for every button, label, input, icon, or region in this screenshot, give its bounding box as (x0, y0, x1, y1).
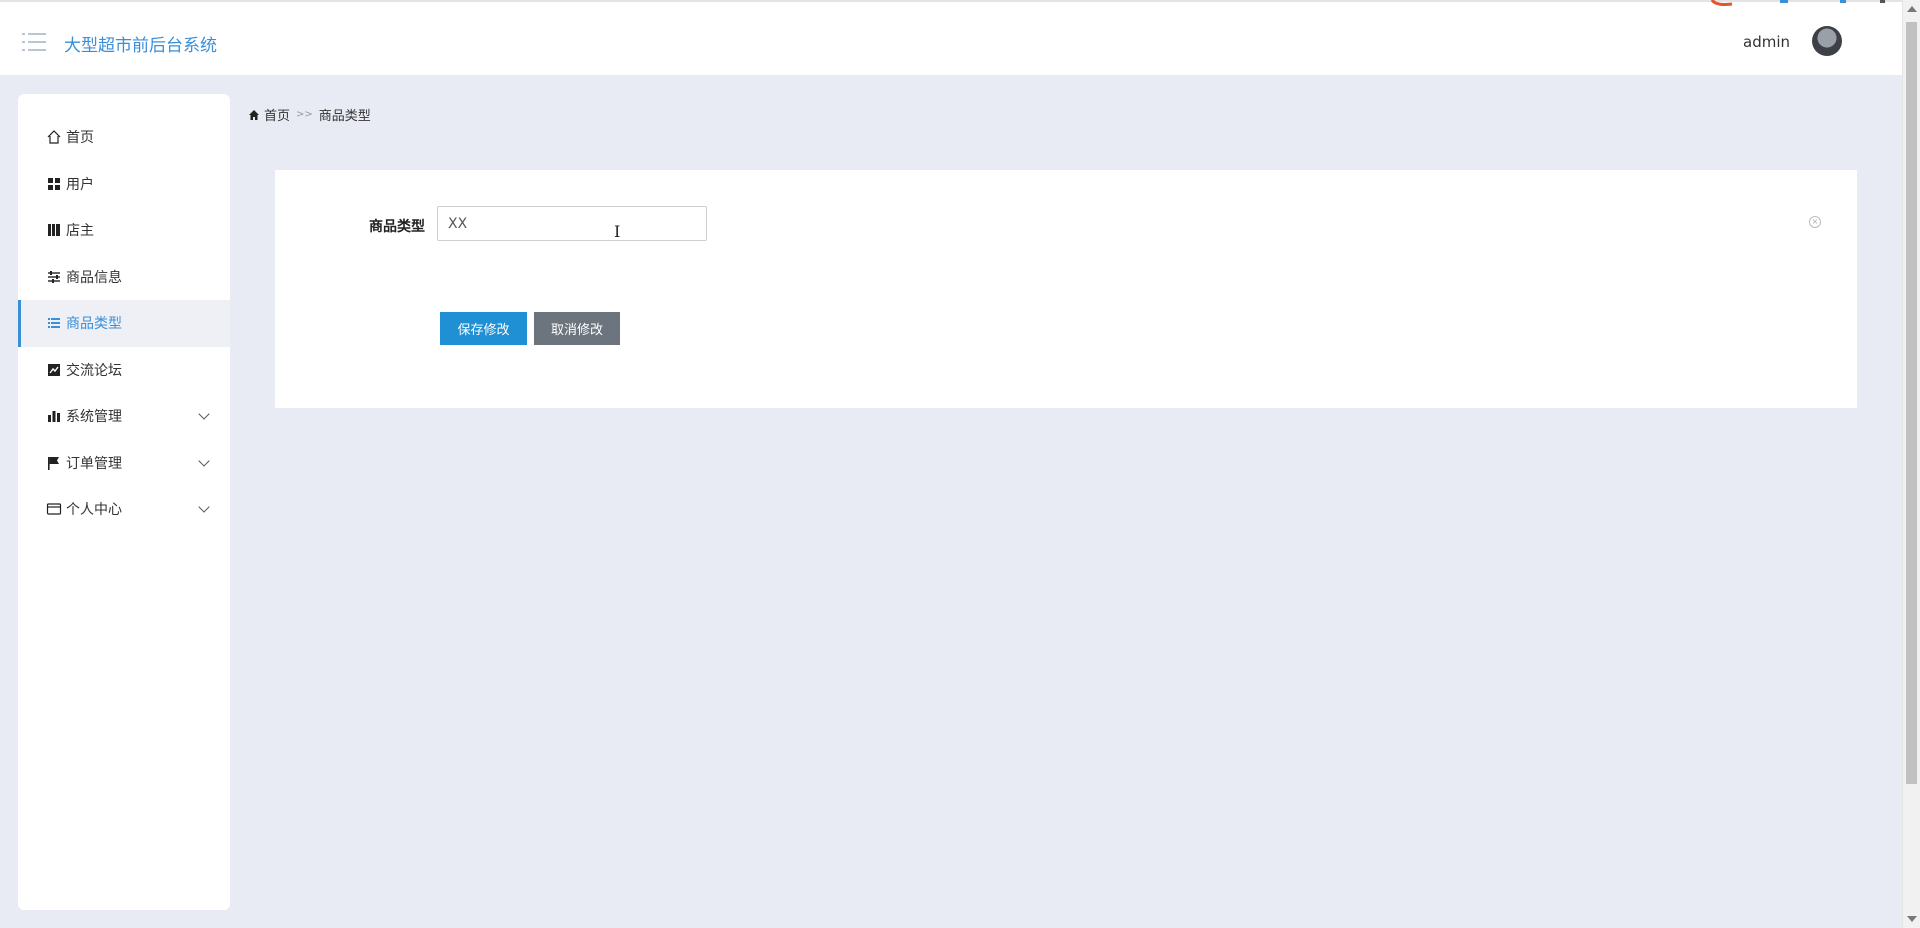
page-scrollbar[interactable] (1902, 0, 1920, 928)
sidebar-item-order-management[interactable]: 订单管理 (18, 440, 230, 487)
product-type-input[interactable] (437, 206, 707, 241)
bar-chart-icon (48, 411, 60, 423)
scroll-up-icon[interactable] (1907, 6, 1917, 12)
sidebar-item-users[interactable]: 用户 (18, 161, 230, 208)
scroll-down-icon[interactable] (1907, 916, 1917, 922)
sidebar-item-forum[interactable]: 交流论坛 (18, 347, 230, 394)
edit-form-panel: 商品类型 I × 保存修改 取消修改 (275, 170, 1857, 408)
cancel-button[interactable]: 取消修改 (534, 312, 620, 345)
sidebar-item-label: 订单管理 (66, 455, 122, 472)
close-icon[interactable]: × (1809, 216, 1821, 228)
card-icon (46, 503, 62, 515)
chevron-down-icon (198, 455, 210, 467)
chevron-down-icon (198, 408, 210, 420)
sliders-icon (48, 270, 60, 283)
grid-icon (48, 177, 60, 190)
save-button[interactable]: 保存修改 (440, 312, 527, 345)
sidebar-item-label: 系统管理 (66, 409, 122, 426)
book-icon (48, 224, 60, 237)
top-header: 大型超市前后台系统 admin (0, 0, 1902, 75)
home-icon (47, 130, 61, 144)
breadcrumb-current: 商品类型 (318, 109, 371, 124)
avatar[interactable] (1812, 26, 1842, 56)
text-cursor-icon: I (614, 222, 621, 241)
menu-toggle-icon[interactable] (22, 32, 46, 52)
breadcrumb-separator: >> (296, 109, 313, 120)
breadcrumb-home-link[interactable]: 首页 (264, 105, 290, 124)
app-title: 大型超市前后台系统 (64, 36, 217, 56)
sidebar-item-label: 商品类型 (66, 316, 122, 333)
sidebar-item-personal-center[interactable]: 个人中心 (18, 486, 230, 533)
sidebar-item-label: 用户 (66, 176, 94, 193)
breadcrumb: 首页 >> 商品类型 (248, 105, 371, 124)
chevron-down-icon (198, 501, 210, 513)
home-icon (249, 109, 259, 120)
flag-icon (48, 456, 59, 470)
product-type-label: 商品类型 (369, 219, 425, 235)
sidebar-item-label: 首页 (66, 130, 94, 147)
list-icon (48, 318, 60, 329)
sidebar-item-shop-owner[interactable]: 店主 (18, 207, 230, 254)
sidebar-item-label: 商品信息 (66, 269, 122, 286)
sidebar-item-product-type[interactable]: 商品类型 (18, 300, 230, 347)
sidebar-item-product-info[interactable]: 商品信息 (18, 254, 230, 301)
sidebar-item-system-management[interactable]: 系统管理 (18, 393, 230, 440)
scroll-thumb[interactable] (1906, 22, 1917, 784)
sidebar-item-home[interactable]: 首页 (18, 114, 230, 161)
sidebar-item-label: 个人中心 (66, 502, 122, 519)
chart-line-icon (48, 363, 60, 376)
page: 大型超市前后台系统 admin 首页 用户 店主 商品信息 商品类型 交流论坛 … (0, 0, 1920, 928)
sidebar-item-label: 店主 (66, 223, 94, 240)
sidebar-item-label: 交流论坛 (66, 362, 122, 379)
corner-decoration-icon (1710, 0, 1885, 6)
user-name[interactable]: admin (1743, 33, 1790, 51)
sidebar: 首页 用户 店主 商品信息 商品类型 交流论坛 系统管理 订单管理 个人中心 (18, 94, 230, 910)
